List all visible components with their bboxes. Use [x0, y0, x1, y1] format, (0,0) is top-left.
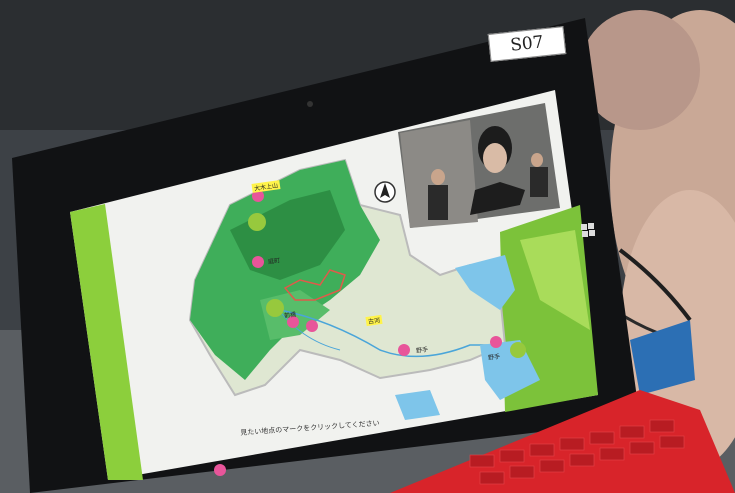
- location-marker[interactable]: [398, 344, 410, 356]
- camera-lens: [307, 101, 313, 107]
- location-marker[interactable]: [252, 256, 264, 268]
- photo-scene: S07 大木上山 庭町 前橋 古河 野手 野手 見たい地点のマークをクリックして…: [0, 0, 735, 493]
- location-marker[interactable]: [490, 336, 502, 348]
- area-marker: [248, 213, 266, 231]
- video-person-face: [483, 143, 507, 173]
- legend-marker: [214, 464, 226, 476]
- location-marker[interactable]: [306, 320, 318, 332]
- area-marker: [510, 342, 526, 358]
